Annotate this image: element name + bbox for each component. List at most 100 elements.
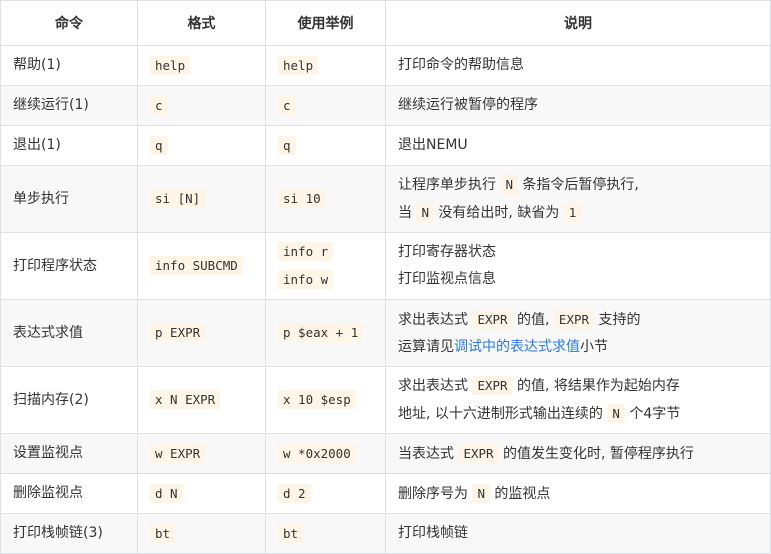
example-cell: w *0x2000 xyxy=(265,433,386,474)
format-cell: info SUBCMD xyxy=(137,232,266,300)
command-cell: 打印栈帧链(3) xyxy=(0,513,138,554)
description-text: 求出表达式 xyxy=(398,311,473,328)
command-cell: 退出(1) xyxy=(0,125,138,166)
example-code: info r xyxy=(278,242,334,261)
example-code: help xyxy=(278,55,319,75)
description-text: 个4字节 xyxy=(624,406,681,422)
description-cell: 打印寄存器状态 打印监视点信息 xyxy=(385,232,771,300)
command-cell: 帮助(1) xyxy=(0,45,138,86)
description-text: 求出表达式 xyxy=(398,378,473,394)
example-cell: d 2 xyxy=(265,473,386,514)
description-text: 当 xyxy=(398,205,417,221)
example-cell: q xyxy=(265,125,386,166)
inline-code: EXPR xyxy=(458,443,499,463)
command-cell: 删除监视点 xyxy=(0,473,138,514)
format-code: p EXPR xyxy=(150,323,206,342)
example-code: c xyxy=(278,95,296,115)
inline-code: 1 xyxy=(563,203,582,222)
format-cell: x N EXPR xyxy=(137,366,266,434)
command-cell: 扫描内存(2) xyxy=(0,366,138,434)
example-code: q xyxy=(278,135,296,155)
description-text: 的监视点 xyxy=(489,485,551,502)
description-text: 小节 xyxy=(580,338,608,355)
description-cell: 删除序号为 N 的监视点 xyxy=(385,473,771,514)
description-cell: 让程序单步执行 N 条指令后暂停执行, 当 N 没有给出时, 缺省为 1 xyxy=(385,165,771,233)
description-cell: 当表达式 EXPR 的值发生变化时, 暂停程序执行 xyxy=(385,433,771,474)
description-cell: 退出NEMU xyxy=(385,125,771,166)
example-cell: si 10 xyxy=(265,165,386,233)
inline-code: N xyxy=(500,175,518,194)
example-cell: c xyxy=(265,85,386,126)
format-code: w EXPR xyxy=(150,443,206,463)
inline-code: EXPR xyxy=(472,309,513,329)
example-cell: p $eax + 1 xyxy=(265,299,386,367)
table-row: 删除监视点 d N d 2 删除序号为 N 的监视点 xyxy=(0,473,771,514)
table-row: 打印栈帧链(3) bt bt 打印栈帧链 xyxy=(0,513,771,554)
table-row: 表达式求值 p EXPR p $eax + 1 求出表达式 EXPR 的值, E… xyxy=(0,299,771,367)
format-code: bt xyxy=(150,523,176,543)
description-line: 运算请见调试中的表达式求值小节 xyxy=(398,334,770,361)
description-text: 的值发生变化时, 暂停程序执行 xyxy=(498,445,694,462)
description-cell: 打印命令的帮助信息 xyxy=(385,45,771,86)
description-text: 运算请见 xyxy=(398,338,454,355)
command-cell: 设置监视点 xyxy=(0,433,138,474)
description-text: 支持的 xyxy=(594,311,641,328)
table-row: 扫描内存(2) x N EXPR x 10 $esp 求出表达式 EXPR 的值… xyxy=(0,366,771,434)
format-cell: bt xyxy=(137,513,266,554)
description-cell: 打印栈帧链 xyxy=(385,513,771,554)
description-line: 打印监视点信息 xyxy=(398,271,496,287)
inline-code: N xyxy=(607,404,625,423)
example-cell: x 10 $esp xyxy=(265,366,386,434)
format-cell: p EXPR xyxy=(137,299,266,367)
description-text: 条指令后暂停执行, xyxy=(517,177,639,193)
table-row: 设置监视点 w EXPR w *0x2000 当表达式 EXPR 的值发生变化时… xyxy=(0,433,771,474)
inline-code: EXPR xyxy=(472,376,513,395)
example-code: p $eax + 1 xyxy=(278,323,364,342)
example-cell: help xyxy=(265,45,386,86)
table-header-row: 命令 格式 使用举例 说明 xyxy=(0,0,771,46)
inline-code: EXPR xyxy=(553,309,595,329)
example-line: info r xyxy=(278,238,385,266)
example-code: si 10 xyxy=(278,189,326,208)
format-cell: d N xyxy=(137,473,266,514)
description-cell: 求出表达式 EXPR 的值, 将结果作为起始内存 地址, 以十六进制形式输出连续… xyxy=(385,366,771,434)
description-cell: 继续运行被暂停的程序 xyxy=(385,85,771,126)
example-code: d 2 xyxy=(278,483,311,503)
description-text: 的值, xyxy=(512,311,554,328)
table-row: 打印程序状态 info SUBCMD info r info w 打印寄存器状态… xyxy=(0,232,771,300)
gdb-command-table: 命令 格式 使用举例 说明 帮助(1) help help 打印命令的帮助信息 … xyxy=(0,0,771,554)
description-text: 让程序单步执行 xyxy=(398,177,501,193)
format-code: d N xyxy=(150,483,183,503)
example-code: info w xyxy=(278,270,334,289)
format-cell: si [N] xyxy=(137,165,266,233)
format-code: q xyxy=(150,135,168,155)
format-code: info SUBCMD xyxy=(150,256,243,275)
example-code: bt xyxy=(278,523,304,543)
description-line: 求出表达式 EXPR 的值, 将结果作为起始内存 xyxy=(398,372,770,400)
description-line: 让程序单步执行 N 条指令后暂停执行, xyxy=(398,171,770,199)
description-text: 删除序号为 xyxy=(398,485,473,502)
example-code: x 10 $esp xyxy=(278,390,356,409)
table-row: 单步执行 si [N] si 10 让程序单步执行 N 条指令后暂停执行, 当 … xyxy=(0,165,771,233)
description-cell: 求出表达式 EXPR 的值, EXPR 支持的 运算请见调试中的表达式求值小节 xyxy=(385,299,771,367)
description-text: 的值, 将结果作为起始内存 xyxy=(512,378,680,394)
format-cell: help xyxy=(137,45,266,86)
example-line: info w xyxy=(278,266,385,294)
description-text: 地址, 以十六进制形式输出连续的 xyxy=(398,406,608,422)
format-code: si [N] xyxy=(150,189,206,208)
command-cell: 继续运行(1) xyxy=(0,85,138,126)
example-code: w *0x2000 xyxy=(278,443,356,463)
table-row: 退出(1) q q 退出NEMU xyxy=(0,125,771,166)
header-description: 说明 xyxy=(385,0,771,46)
inline-code: N xyxy=(416,203,434,222)
description-text: 当表达式 xyxy=(398,445,459,462)
format-code: help xyxy=(150,55,191,75)
description-line: 打印寄存器状态 xyxy=(398,244,496,260)
example-cell: info r info w xyxy=(265,232,386,300)
header-format: 格式 xyxy=(137,0,266,46)
command-cell: 单步执行 xyxy=(0,165,138,233)
example-cell: bt xyxy=(265,513,386,554)
header-example: 使用举例 xyxy=(265,0,386,46)
header-command: 命令 xyxy=(0,0,138,46)
expression-eval-link[interactable]: 调试中的表达式求值 xyxy=(454,339,580,355)
